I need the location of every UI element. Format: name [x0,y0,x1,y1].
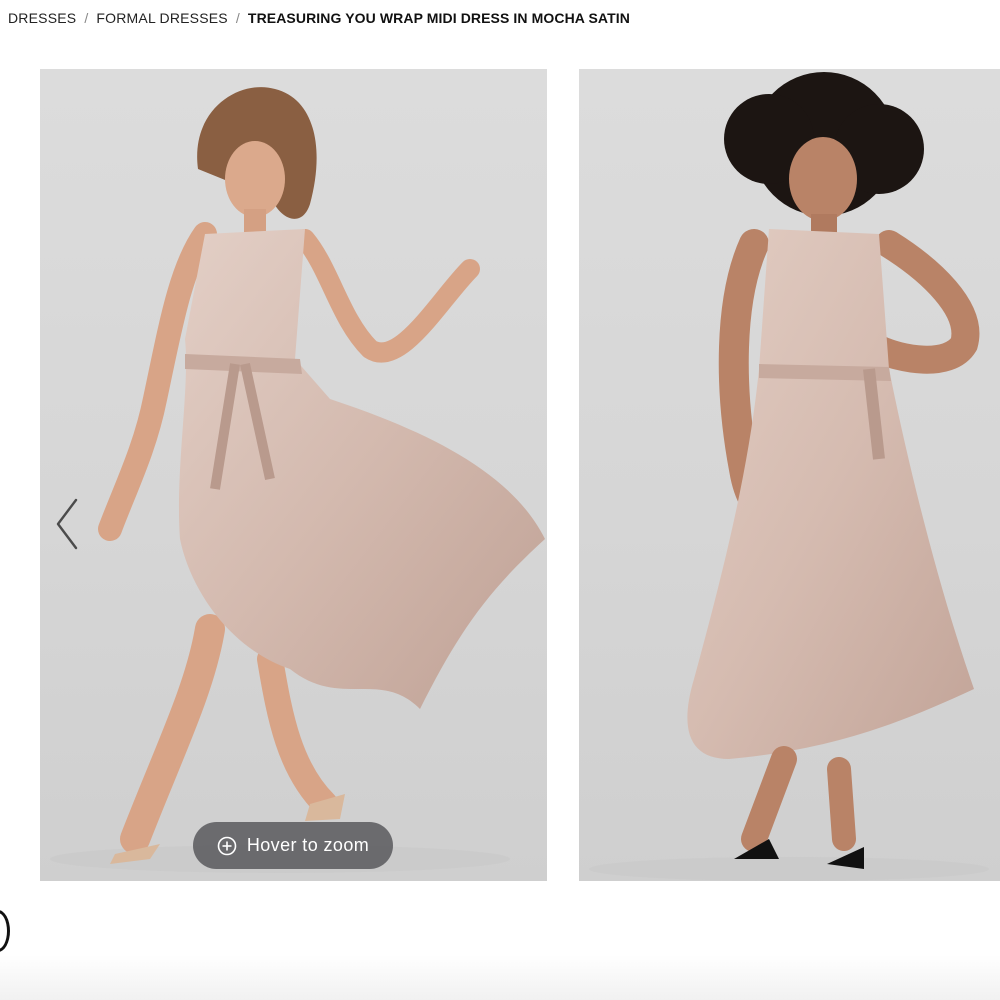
hover-to-zoom-button[interactable]: Hover to zoom [193,822,393,869]
model-illustration-2 [589,72,989,881]
breadcrumb-dresses[interactable]: DRESSES [8,10,76,26]
product-image-2[interactable] [579,69,1000,881]
chevron-left-icon [56,498,78,550]
previous-image-button[interactable] [52,496,82,552]
partial-circle-icon [0,910,10,952]
page-bottom-band [0,955,1000,1000]
zoom-label: Hover to zoom [246,835,370,855]
breadcrumb: DRESSES / FORMAL DRESSES / TREASURING YO… [8,10,630,26]
breadcrumb-separator: / [84,10,89,26]
breadcrumb-current-product: TREASURING YOU WRAP MIDI DRESS IN MOCHA … [247,10,630,26]
plus-circle-icon [217,836,237,856]
model-illustration-1 [50,87,545,873]
product-image-1[interactable] [40,69,547,881]
breadcrumb-separator: / [235,10,240,26]
breadcrumb-formal-dresses[interactable]: FORMAL DRESSES [96,10,227,26]
